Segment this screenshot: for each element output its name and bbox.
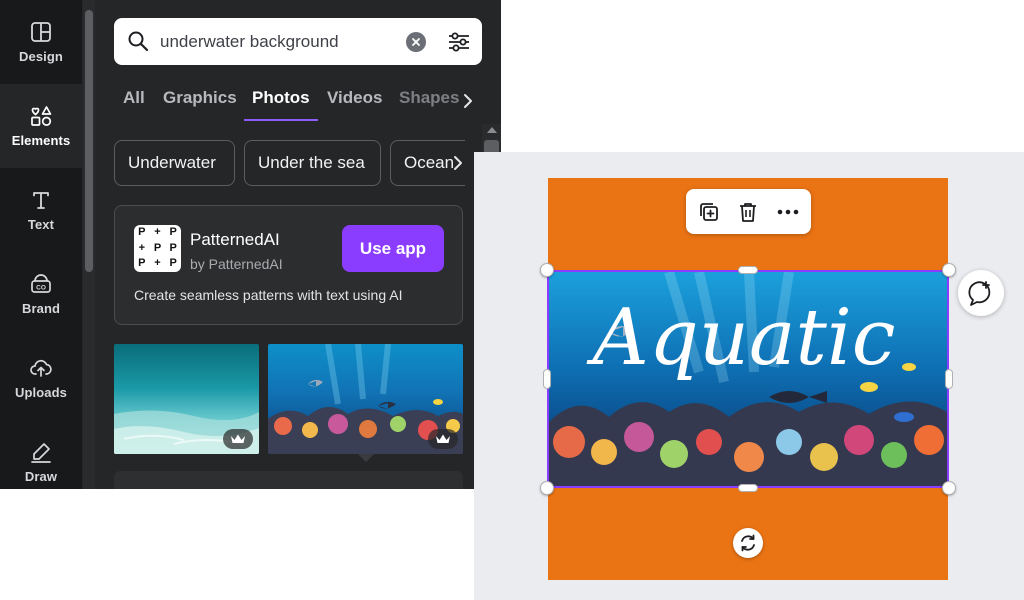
rotate-button[interactable] [733, 528, 763, 558]
rail-item-design[interactable]: Design [0, 0, 82, 84]
cloud-upload-icon [30, 359, 52, 377]
active-tab-indicator [244, 119, 318, 121]
rail-label-design: Design [19, 49, 63, 64]
comment-add-icon [968, 281, 991, 306]
close-icon [412, 38, 420, 46]
crown-icon [231, 434, 245, 443]
rotate-icon [741, 534, 755, 552]
resize-handle-bottom[interactable] [738, 484, 758, 492]
scroll-up-arrow[interactable] [487, 127, 497, 133]
pen-icon [31, 443, 51, 463]
shapes-icon [31, 106, 52, 126]
resize-handle-top-left[interactable] [540, 263, 554, 277]
app-card[interactable]: P + P + P P P + P PatternedAI by Pattern… [114, 205, 463, 325]
svg-text:CO: CO [36, 285, 46, 292]
rail-label-draw: Draw [24, 469, 58, 484]
more-options-icon[interactable] [775, 199, 801, 225]
chip-label: Ocean [404, 153, 455, 172]
resize-handle-left[interactable] [543, 369, 551, 389]
app-name: PatternedAI [190, 230, 280, 249]
chip-label: Under the sea [258, 153, 365, 172]
filter-icon[interactable] [446, 29, 472, 55]
chip-label: Underwater [128, 153, 216, 172]
photo-result[interactable] [268, 344, 463, 454]
add-comment-button[interactable] [958, 270, 1004, 316]
duplicate-icon[interactable] [696, 199, 722, 225]
rail-item-draw[interactable]: Draw [0, 420, 82, 489]
trash-icon[interactable] [735, 199, 761, 225]
suggestion-chip[interactable]: Underwater [114, 140, 235, 186]
app-publisher: by PatternedAI [190, 256, 283, 272]
app-root: Design Elements Text CO Brand Uploads Dr… [0, 0, 1024, 600]
search-input[interactable] [160, 28, 398, 56]
rail-label-uploads: Uploads [15, 385, 67, 400]
image-overlay-text: Aquatic [587, 293, 896, 383]
crown-icon [436, 434, 450, 443]
brand-icon: CO [31, 274, 51, 293]
selected-image[interactable]: Aquatic [547, 270, 949, 488]
selection-pointer [358, 454, 374, 462]
resize-handle-bottom-right[interactable] [942, 481, 956, 495]
nav-rail: Design Elements Text CO Brand Uploads Dr… [0, 0, 82, 489]
tab-all[interactable]: All [123, 88, 145, 108]
tab-videos[interactable]: Videos [327, 88, 382, 108]
app-logo: P + P + P P P + P [134, 225, 181, 272]
suggestion-chip[interactable]: Under the sea [244, 140, 381, 186]
use-app-button[interactable]: Use app [342, 225, 444, 272]
search-icon [128, 31, 149, 52]
tab-graphics[interactable]: Graphics [163, 88, 237, 108]
premium-badge [223, 429, 253, 449]
chevron-right-icon[interactable] [460, 90, 476, 112]
rail-label-brand: Brand [21, 301, 61, 316]
rail-scrollbar[interactable] [83, 0, 95, 489]
chevron-right-icon[interactable] [452, 155, 464, 171]
resize-handle-bottom-left[interactable] [540, 481, 554, 495]
search-box [114, 18, 482, 65]
text-icon [33, 192, 49, 209]
clear-search-button[interactable] [406, 32, 426, 52]
rail-item-uploads[interactable]: Uploads [0, 336, 82, 420]
rail-item-brand[interactable]: CO Brand [0, 252, 82, 336]
premium-badge [428, 429, 458, 449]
content-tabs: All Graphics Photos Videos Shapes [114, 84, 474, 124]
resize-handle-top[interactable] [738, 266, 758, 274]
photo-result[interactable] [114, 344, 259, 454]
aquatic-reef-image: Aquatic [549, 272, 947, 486]
tab-photos[interactable]: Photos [252, 88, 310, 108]
resize-handle-top-right[interactable] [942, 263, 956, 277]
tab-shapes[interactable]: Shapes [399, 88, 459, 108]
photo-result[interactable] [114, 471, 463, 489]
rail-item-elements[interactable]: Elements [0, 84, 82, 168]
app-description: Create seamless patterns with text using… [134, 287, 403, 303]
rail-item-text[interactable]: Text [0, 168, 82, 252]
rail-label-elements: Elements [11, 133, 71, 148]
element-toolbar [686, 189, 811, 234]
layout-icon [31, 22, 51, 42]
editor-side-panel: Design Elements Text CO Brand Uploads Dr… [0, 0, 501, 489]
rail-label-text: Text [27, 217, 55, 232]
rail-scrollbar-thumb[interactable] [85, 10, 93, 272]
resize-handle-right[interactable] [945, 369, 953, 389]
